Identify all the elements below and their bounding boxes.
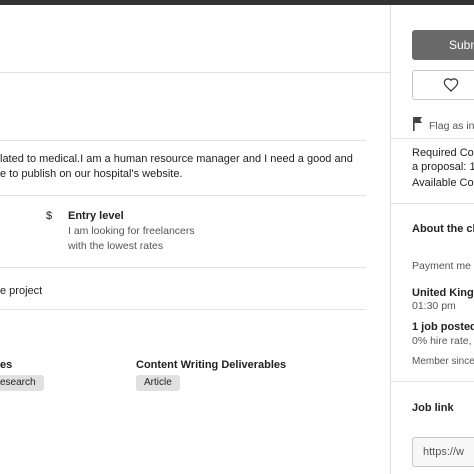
about-client-heading: About the cl xyxy=(412,223,474,235)
heart-icon xyxy=(443,78,459,92)
skills-heading: es xyxy=(0,359,13,371)
job-link-field[interactable]: https://w xyxy=(412,437,474,467)
client-location: United Kinge xyxy=(412,287,474,299)
divider xyxy=(0,140,366,141)
divider xyxy=(0,72,390,73)
jobs-posted: 1 job posted xyxy=(412,321,474,333)
deliverables-heading: Content Writing Deliverables xyxy=(136,359,287,371)
member-since: Member since xyxy=(412,356,474,367)
experience-note: I am looking for freelancers xyxy=(68,225,195,237)
required-connects-value: a proposal: 1 xyxy=(412,161,474,173)
available-connects-label: Available Co xyxy=(412,177,474,189)
divider xyxy=(0,309,366,310)
flag-icon xyxy=(413,117,422,131)
divider xyxy=(391,203,474,204)
dollar-icon: $ xyxy=(46,210,53,222)
divider xyxy=(0,267,366,268)
divider xyxy=(391,138,474,139)
divider xyxy=(0,195,366,196)
job-link-heading: Job link xyxy=(412,402,454,414)
skill-chip[interactable]: esearch xyxy=(0,375,44,391)
save-job-button[interactable] xyxy=(412,70,474,100)
experience-note: with the lowest rates xyxy=(68,240,164,252)
required-connects-label: Required Co xyxy=(412,147,474,159)
deliverable-chip[interactable]: Article xyxy=(136,375,180,391)
flag-inappropriate-link[interactable]: Flag as in xyxy=(429,119,474,133)
payment-method-label: Payment me xyxy=(412,260,471,272)
job-details-main: lated to medical.I am a human resource m… xyxy=(0,5,391,474)
client-local-time: 01:30 pm xyxy=(412,300,456,312)
job-sidebar: Submi Flag as in Required Co a proposal:… xyxy=(391,5,474,474)
submit-proposal-button[interactable]: Submi xyxy=(412,30,474,60)
job-description-line: lated to medical.I am a human resource m… xyxy=(0,153,353,165)
project-type: e project xyxy=(0,285,43,297)
hire-rate: 0% hire rate, xyxy=(412,335,472,347)
job-description-line: e to publish on our hospital's website. xyxy=(0,168,183,180)
divider xyxy=(391,381,474,382)
experience-level: Entry level xyxy=(68,210,124,222)
